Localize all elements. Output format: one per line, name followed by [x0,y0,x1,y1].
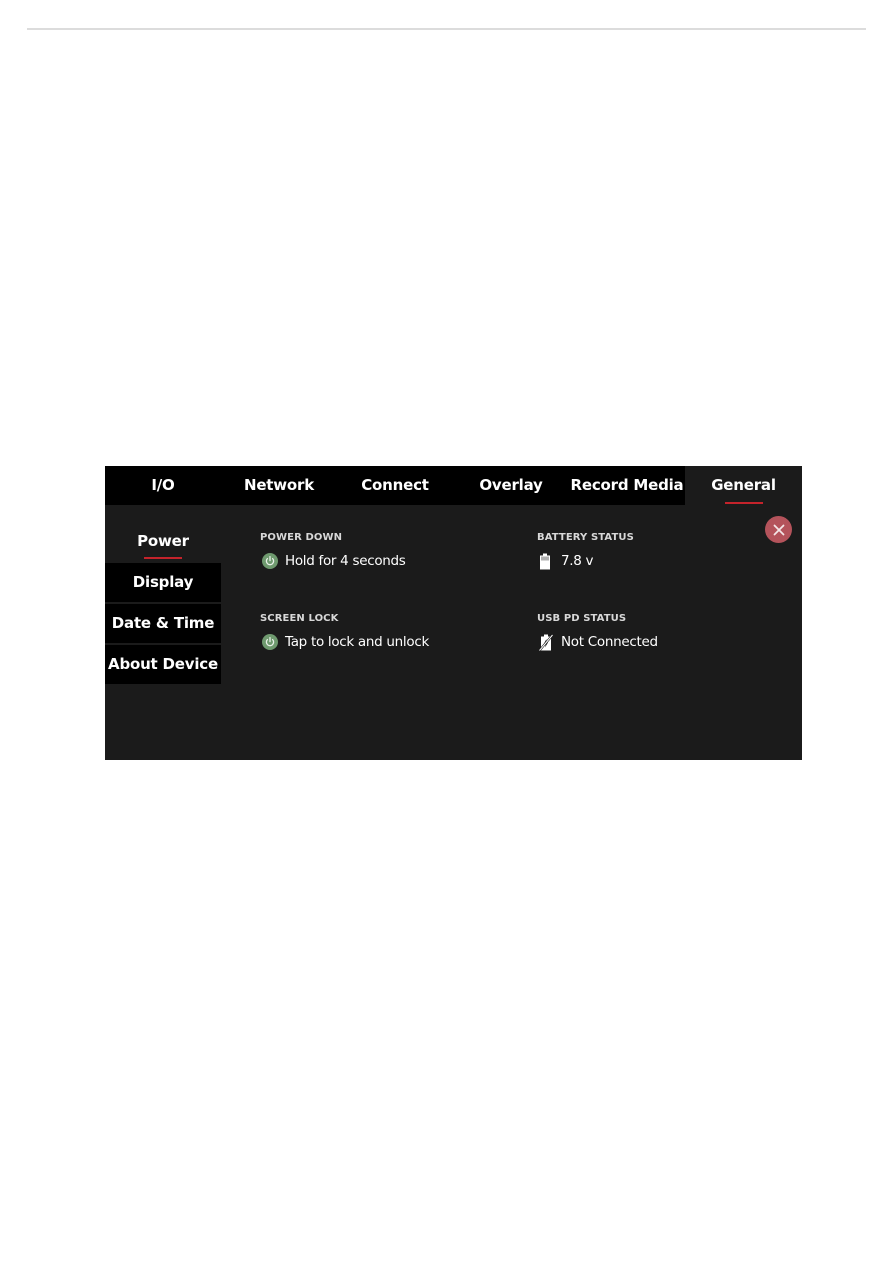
power-icon [262,634,278,650]
sidebar-item-power[interactable]: Power [105,522,221,561]
sidebar-item-label: About Device [108,655,218,673]
tab-record-media[interactable]: Record Media [569,466,685,505]
usb-pd-status-text: Not Connected [561,634,658,650]
battery-icon [539,553,551,570]
sidebar-item-label: Display [132,573,194,591]
sidebar-item-date-time[interactable]: Date & Time [105,604,221,643]
tab-label: Record Media [570,476,684,494]
tab-label: Connect [361,476,429,494]
battery-status-label: BATTERY STATUS [537,532,634,543]
active-tab-indicator [724,502,763,504]
usb-power-disconnected-icon [538,634,554,652]
tab-bar: I/O Network Connect Overlay Record Media… [105,466,802,505]
tab-label: Overlay [479,476,543,494]
screen-lock-label: SCREEN LOCK [260,613,339,624]
power-down-text: Hold for 4 seconds [285,553,406,569]
close-button[interactable] [765,516,792,543]
tab-label: I/O [151,476,175,494]
settings-panel: I/O Network Connect Overlay Record Media… [105,466,802,760]
active-sidebar-indicator [144,557,182,559]
battery-status-value: 7.8 v [539,552,594,570]
tab-network[interactable]: Network [221,466,337,505]
usb-pd-status-value: Not Connected [538,633,658,652]
battery-voltage-text: 7.8 v [561,553,594,569]
tab-general[interactable]: General [685,466,802,505]
sidebar-item-about-device[interactable]: About Device [105,645,221,684]
tab-label: General [711,476,776,494]
sidebar-item-label: Date & Time [111,614,215,632]
sidebar-item-display[interactable]: Display [105,563,221,602]
power-down-label: POWER DOWN [260,532,343,543]
close-icon [773,524,785,536]
sidebar-item-label: Power [137,532,189,550]
power-down-value: Hold for 4 seconds [262,552,406,570]
screen-lock-text: Tap to lock and unlock [285,634,429,650]
tab-io[interactable]: I/O [105,466,221,505]
usb-pd-status-label: USB PD STATUS [537,613,627,624]
tab-connect[interactable]: Connect [337,466,453,505]
page-header-divider [27,28,866,30]
screen-lock-value: Tap to lock and unlock [262,633,429,651]
tab-label: Network [243,476,315,494]
power-icon [262,553,278,569]
tab-overlay[interactable]: Overlay [453,466,569,505]
